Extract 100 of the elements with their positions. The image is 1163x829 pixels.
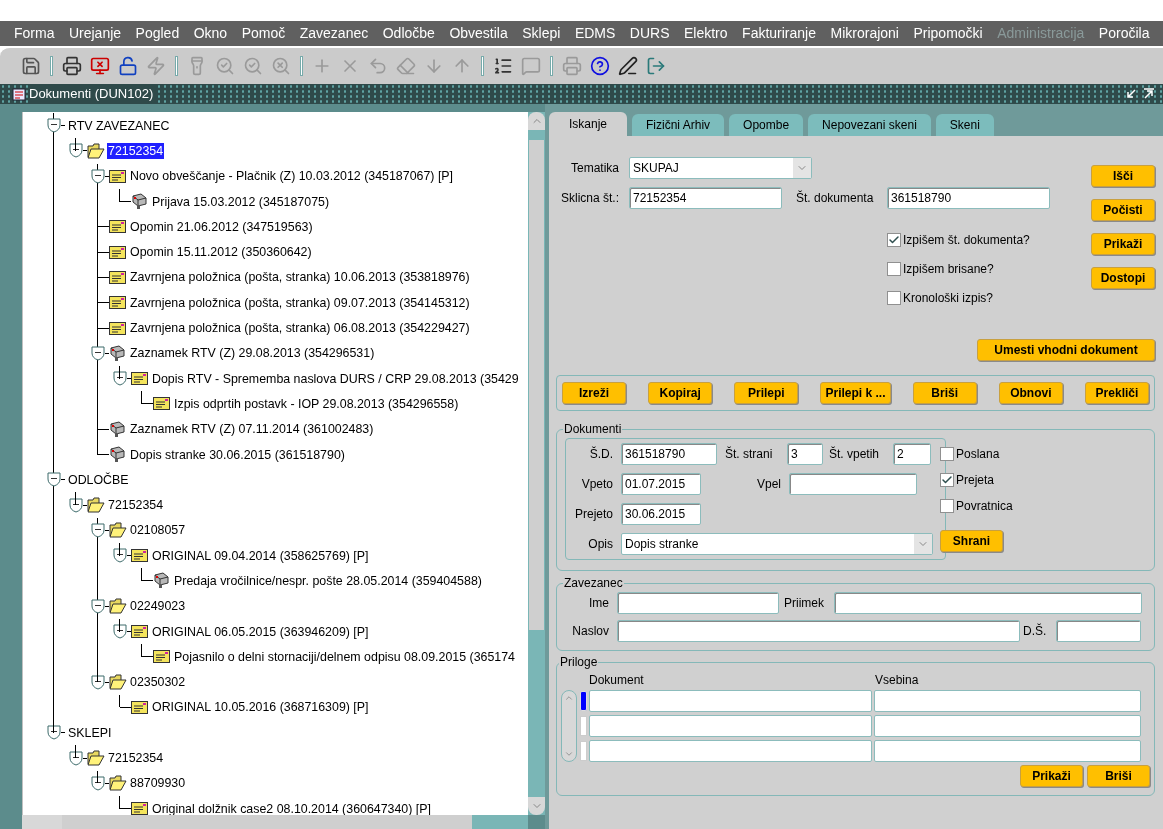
tree-item[interactable]: Pojasnilo o delni stornaciji/delnem odpisu 08.09.2015 (365174	[173, 648, 516, 665]
action-button[interactable]: Dostopi	[1091, 267, 1155, 289]
text-field[interactable]	[617, 592, 779, 614]
action-button[interactable]: Obnovi	[998, 382, 1063, 404]
menu-item[interactable]: Elektro	[684, 23, 728, 44]
action-button[interactable]: Briši	[1087, 765, 1150, 787]
checkbox[interactable]	[940, 499, 954, 513]
tree-item[interactable]: ORIGINAL 06.05.2015 (363946209) [P]	[151, 623, 370, 640]
menu-item[interactable]: Poročila	[1098, 23, 1150, 44]
tab[interactable]: Fizični Arhiv	[632, 114, 725, 136]
text-field[interactable]	[834, 592, 1142, 614]
tree-item[interactable]: 88709930	[129, 775, 187, 792]
text-field[interactable]: 01.07.2015	[621, 473, 701, 495]
tab[interactable]: Iskanje	[549, 112, 628, 136]
text-field[interactable]	[874, 740, 1141, 762]
checkbox[interactable]	[887, 233, 901, 247]
dropdown[interactable]: SKUPAJ	[629, 157, 812, 179]
tree-item[interactable]: Novo obveščanje - Plačnik (Z) 10.03.2012 (345187067) [P]	[129, 168, 455, 185]
menu-item[interactable]: Obvestila	[449, 23, 508, 44]
menu-item[interactable]: Sklepi	[522, 23, 561, 44]
collapse-icon[interactable]	[91, 522, 105, 538]
text-field[interactable]	[617, 620, 1020, 642]
action-button[interactable]: Prikaži	[1020, 765, 1083, 787]
checkbox[interactable]	[887, 291, 901, 305]
action-button[interactable]: Izreži	[562, 382, 626, 404]
checkbox[interactable]	[940, 447, 954, 461]
text-field[interactable]: 3	[787, 443, 823, 465]
text-field[interactable]: 2	[893, 443, 931, 465]
dropdown[interactable]: Dopis stranke	[621, 533, 933, 555]
tree-item[interactable]: SKLEPI	[67, 724, 113, 741]
menu-item[interactable]: Pogled	[135, 23, 180, 44]
text-field[interactable]: 361518790	[887, 187, 1050, 209]
action-button[interactable]: Prilepi	[734, 382, 799, 404]
tree-item[interactable]: 02249023	[129, 598, 187, 615]
menu-item[interactable]: Pripomočki	[913, 23, 983, 44]
text-field[interactable]: 361518790	[621, 443, 717, 465]
tree-item[interactable]: Zavrnjena položnica (pošta, stranka) 09.07.2013 (354145312)	[129, 294, 471, 311]
collapse-icon[interactable]	[113, 548, 127, 564]
tab[interactable]: Opombe	[729, 114, 804, 136]
tree-item[interactable]: Opomin 21.06.2012 (347519563)	[129, 218, 314, 235]
collapse-icon[interactable]	[113, 371, 127, 387]
action-button[interactable]: Prikaži	[1091, 233, 1155, 255]
text-field[interactable]	[589, 740, 872, 762]
tree-item[interactable]: Zaznamek RTV (Z) 29.08.2013 (354296531)	[129, 345, 376, 362]
tree-item[interactable]: Zavrnjena položnica (pošta, stranka) 06.08.2013 (354229427)	[129, 320, 471, 336]
checkbox[interactable]	[887, 262, 901, 276]
maximize-icon[interactable]	[1143, 88, 1155, 100]
printer-icon[interactable]	[61, 54, 83, 78]
text-field[interactable]	[589, 690, 872, 712]
action-button[interactable]: Išči	[1091, 165, 1155, 187]
row-indicator[interactable]	[580, 691, 587, 711]
lock-icon[interactable]	[117, 54, 139, 78]
tree-item[interactable]: Predaja vročilnice/nespr. pošte 28.05.2014 (359404588)	[173, 573, 483, 589]
action-button[interactable]: Briši	[912, 382, 977, 404]
menu-item[interactable]: Urejanje	[68, 23, 122, 44]
menu-item[interactable]: Mikrorajoni	[830, 23, 899, 44]
pen-icon[interactable]	[617, 54, 639, 78]
list-scrollbar[interactable]	[561, 690, 577, 762]
tree-item[interactable]: ORIGINAL 10.05.2016 (368716309) [P]	[151, 699, 370, 716]
collapse-icon[interactable]	[91, 775, 105, 791]
text-field[interactable]	[589, 715, 872, 737]
menu-item[interactable]: Fakturiranje	[742, 23, 816, 44]
tree-item[interactable]: ODLOČBE	[67, 471, 130, 488]
scroll-up-icon[interactable]	[564, 693, 574, 703]
text-field[interactable]	[874, 690, 1141, 712]
collapse-icon[interactable]	[91, 345, 105, 361]
menu-item[interactable]: Odločbe	[382, 23, 435, 44]
text-field[interactable]	[789, 473, 917, 495]
text-field[interactable]: 30.06.2015	[621, 503, 701, 525]
action-button[interactable]: Umesti vhodni dokument	[977, 339, 1155, 361]
menu-item[interactable]: Pomoč	[241, 23, 286, 44]
tree-item[interactable]: Dopis stranke 30.06.2015 (361518790)	[129, 446, 346, 463]
text-field[interactable]: 72152354	[629, 187, 782, 209]
scroll-down-icon[interactable]	[564, 749, 574, 759]
tree-item[interactable]: Zaznamek RTV (Z) 07.11.2014 (361002483)	[129, 421, 375, 438]
text-field[interactable]	[1056, 620, 1141, 642]
collapse-icon[interactable]	[47, 472, 61, 488]
tab[interactable]: Nepovezani skeni	[808, 114, 931, 136]
collapse-icon[interactable]	[91, 168, 105, 184]
tree-item[interactable]: 02108057	[129, 522, 187, 539]
collapse-icon[interactable]	[91, 674, 105, 690]
tab[interactable]: Skeni	[935, 114, 994, 136]
action-button[interactable]: Kopiraj	[648, 382, 713, 404]
tree-item[interactable]: Original dolžnik case2 08.10.2014 (360647340) [P]	[151, 800, 432, 815]
action-button[interactable]: Prilepi k ...	[820, 382, 891, 404]
tree-item[interactable]: RTV ZAVEZANEC	[67, 117, 171, 134]
menu-item[interactable]: Zavezanec	[299, 23, 369, 44]
collapse-icon[interactable]	[69, 143, 83, 159]
tree-item[interactable]: 02350302	[129, 674, 187, 691]
collapse-icon[interactable]	[47, 725, 61, 741]
tree-item[interactable]: Dopis RTV - Sprememba naslova DURS / CRP 29.08.2013 (35429	[151, 370, 520, 387]
collapse-icon[interactable]	[47, 118, 61, 134]
collapse-icon[interactable]	[113, 624, 127, 640]
collapse-icon[interactable]	[69, 750, 83, 766]
checkbox[interactable]	[940, 473, 954, 487]
collapse-icon[interactable]	[69, 497, 83, 513]
tree-item[interactable]: Prijava 15.03.2012 (345187075)	[151, 193, 331, 210]
minimize-icon[interactable]	[1125, 88, 1137, 100]
collapse-icon[interactable]	[91, 598, 105, 614]
tree-item[interactable]: 72152354	[107, 142, 165, 159]
